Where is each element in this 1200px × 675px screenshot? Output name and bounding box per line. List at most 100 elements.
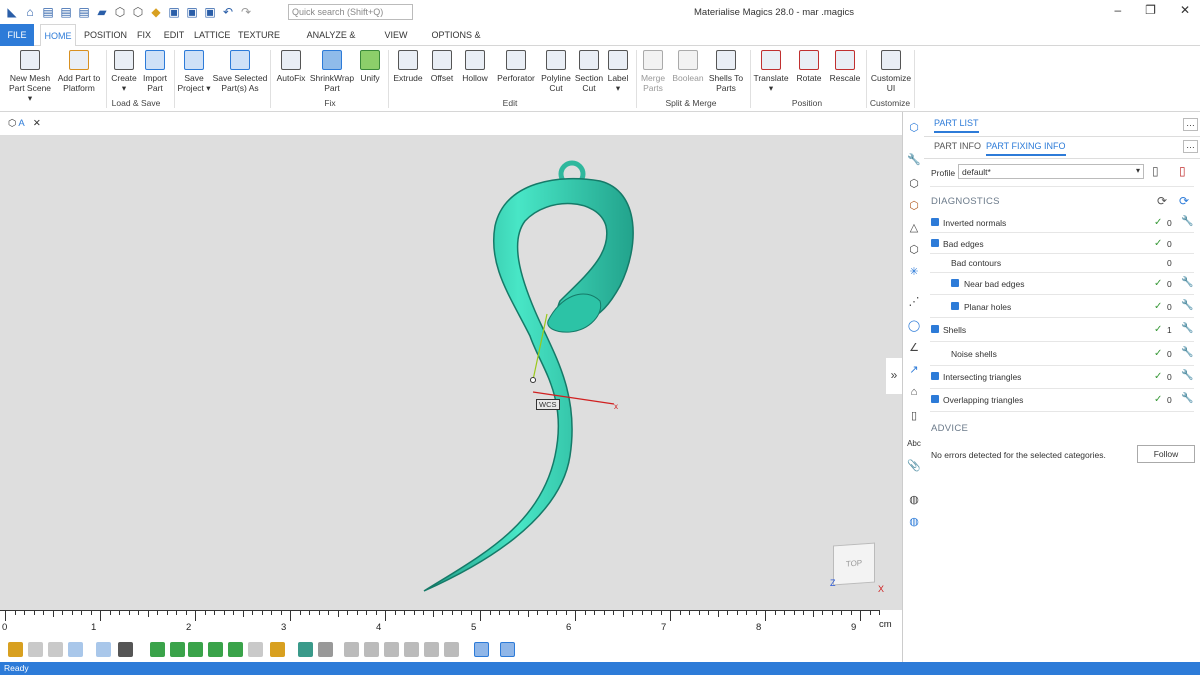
triangle-d-icon[interactable] <box>404 642 419 657</box>
wireframe-icon[interactable] <box>170 642 185 657</box>
cone-icon[interactable]: △ <box>906 220 922 236</box>
fix-wrench-icon[interactable]: 🔧 <box>1181 216 1193 227</box>
menu-position[interactable]: POSITION <box>84 24 127 46</box>
import-part-button[interactable]: Import Part <box>140 50 170 93</box>
add-part-to-platform-button[interactable]: Add Part to Platform <box>56 50 102 93</box>
close-tab-icon[interactable]: ✕ <box>33 118 41 129</box>
tab-part-fixing-info[interactable]: PART FIXING INFO <box>986 141 1066 156</box>
quick-search-input[interactable]: Quick search (Shift+Q) <box>288 4 413 20</box>
autofix-button[interactable]: AutoFix <box>274 50 308 83</box>
color-mode-icon[interactable] <box>270 642 285 657</box>
shaded-icon[interactable] <box>118 642 133 657</box>
follow-button[interactable]: Follow <box>1137 445 1195 463</box>
delete-profile-icon[interactable]: ▯ <box>1179 164 1186 178</box>
shrinkwrap-part-button[interactable]: ShrinkWrap Part <box>308 50 356 93</box>
cube-dark-icon[interactable]: ⬡ <box>906 242 922 258</box>
tab-part-list[interactable]: PART LIST <box>934 118 979 133</box>
fixing-menu-button[interactable]: … <box>1183 140 1198 153</box>
page-icon[interactable]: ▯ <box>906 408 922 424</box>
sphere-grid-icon[interactable]: ◍ <box>906 492 922 508</box>
triangle-a-icon[interactable] <box>344 642 359 657</box>
cube-outline-icon[interactable]: ⬡ <box>130 4 146 20</box>
marker-icon[interactable] <box>318 642 333 657</box>
refresh-icon[interactable]: ⟳ <box>1157 194 1167 208</box>
triangle-view-icon[interactable] <box>150 642 165 657</box>
view-cube-icon[interactable] <box>68 642 83 657</box>
highlight-icon[interactable] <box>474 642 489 657</box>
label-button[interactable]: Label ▾ <box>606 50 630 93</box>
checkbox-inverted-normals[interactable] <box>931 218 939 226</box>
menu-home[interactable]: HOME <box>40 24 76 47</box>
save-file-icon[interactable]: ▤ <box>76 4 92 20</box>
folder-icon[interactable]: ▰ <box>94 4 110 20</box>
annotation-text-icon[interactable]: Abc <box>906 436 922 452</box>
measure-icon[interactable] <box>298 642 313 657</box>
new-file-icon[interactable]: ▤ <box>40 4 56 20</box>
paperclip-icon[interactable]: 📎 <box>906 458 922 474</box>
wrench-icon[interactable]: 🔧 <box>906 152 922 168</box>
eraser-icon[interactable]: ◆ <box>148 4 164 20</box>
triangle-c-icon[interactable] <box>384 642 399 657</box>
document-tab[interactable]: ⬡ A ✕ <box>8 118 41 129</box>
checkbox-overlapping-triangles[interactable] <box>931 395 939 403</box>
lattice-icon[interactable]: ◍ <box>906 514 922 530</box>
texture-box-icon[interactable]: ⬡ <box>906 198 922 214</box>
part-list-icon[interactable]: ⬡ <box>906 120 922 136</box>
house-icon[interactable]: ⌂ <box>906 384 922 400</box>
tab-part-info[interactable]: PART INFO <box>934 141 981 151</box>
snake-model[interactable] <box>423 178 634 592</box>
restore-icon[interactable]: ❐ <box>1145 3 1156 17</box>
sphere-icon[interactable] <box>228 642 243 657</box>
menu-options-help[interactable]: OPTIONS & HELP <box>420 24 492 62</box>
checkbox-planar-holes[interactable] <box>951 302 959 310</box>
checkbox-intersecting-triangles[interactable] <box>931 372 939 380</box>
menu-view[interactable]: VIEW <box>382 24 410 46</box>
fix-wrench-icon[interactable]: 🔧 <box>1181 347 1193 358</box>
fix-wrench-icon[interactable]: 🔧 <box>1181 323 1193 334</box>
perspective-icon[interactable] <box>96 642 111 657</box>
snowflake-icon[interactable]: ✳ <box>906 264 922 280</box>
zoom-fit-icon[interactable] <box>48 642 63 657</box>
checkbox-shells[interactable] <box>931 325 939 333</box>
create-button[interactable]: Create ▾ <box>110 50 138 93</box>
section-view-icon[interactable] <box>188 642 203 657</box>
points-icon[interactable]: ⋰ <box>906 294 922 310</box>
hollow-button[interactable]: Hollow <box>460 50 490 83</box>
customize-ui-button[interactable]: Customize UI <box>870 50 912 93</box>
new-mesh-part-scene-button[interactable]: New Mesh Part Scene ▾ <box>6 50 54 103</box>
save-as-icon[interactable]: ▣ <box>184 4 200 20</box>
save-selected-parts-button[interactable]: Save Selected Part(s) As <box>212 50 268 93</box>
fix-wrench-icon[interactable]: 🔧 <box>1181 393 1193 404</box>
fix-wrench-icon[interactable]: 🔧 <box>1181 277 1193 288</box>
boolean-button[interactable]: Boolean <box>672 50 704 83</box>
menu-lattice[interactable]: LATTICE <box>194 24 230 46</box>
part-list-menu-button[interactable]: … <box>1183 118 1198 131</box>
fix-wrench-icon[interactable]: 🔧 <box>1181 300 1193 311</box>
menu-texture[interactable]: TEXTURE <box>238 24 280 46</box>
polyline-cut-button[interactable]: Polyline Cut <box>540 50 572 93</box>
section-cut-button[interactable]: Section Cut <box>574 50 604 93</box>
save-icon[interactable]: ▣ <box>166 4 182 20</box>
menu-edit[interactable]: EDIT <box>162 24 186 46</box>
highlight-color-icon[interactable] <box>500 642 515 657</box>
angle-icon[interactable]: ∠ <box>906 340 922 356</box>
menu-fix[interactable]: FIX <box>134 24 154 46</box>
box-view-icon[interactable] <box>248 642 263 657</box>
translate-button[interactable]: Translate ▾ <box>752 50 790 93</box>
render-mode-icon[interactable] <box>208 642 223 657</box>
expand-panel-button[interactable]: » <box>886 358 902 394</box>
triangle-b-icon[interactable] <box>364 642 379 657</box>
checkbox-bad-edges[interactable] <box>931 239 939 247</box>
3d-viewport[interactable]: x WCS TOP Z X <box>0 136 902 610</box>
offset-button[interactable]: Offset <box>428 50 456 83</box>
zoom-icon[interactable] <box>8 642 23 657</box>
minimize-icon[interactable]: – <box>1114 3 1121 17</box>
menu-file[interactable]: FILE <box>0 24 34 46</box>
checkbox-near-bad-edges[interactable] <box>951 279 959 287</box>
save-project-button[interactable]: Save Project ▾ <box>176 50 212 93</box>
undo-icon[interactable]: ↶ <box>220 4 236 20</box>
copy-profile-icon[interactable]: ▯ <box>1152 164 1159 178</box>
triangle-f-icon[interactable] <box>444 642 459 657</box>
rescale-button[interactable]: Rescale <box>828 50 862 83</box>
cube-icon[interactable]: ⬡ <box>112 4 128 20</box>
